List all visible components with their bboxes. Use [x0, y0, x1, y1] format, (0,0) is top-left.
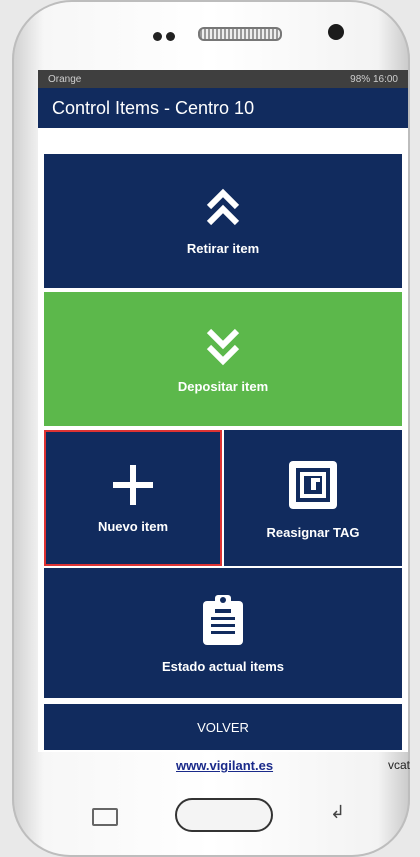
nfc-tag-icon	[289, 460, 337, 509]
front-camera	[328, 24, 344, 40]
speaker-grille	[198, 27, 282, 41]
home-button[interactable]	[175, 798, 273, 832]
chevron-double-down-icon	[206, 328, 240, 365]
chevron-double-up-icon	[206, 188, 240, 225]
carrier-label: Orange	[48, 73, 82, 85]
nuevo-item-button[interactable]: Nuevo item	[44, 430, 222, 566]
sensor-dots	[153, 28, 193, 41]
plus-icon	[113, 464, 153, 505]
phone-screen: Orange 98% 16:00 Control Items - Centro …	[38, 70, 408, 752]
footer-right-text: vcat	[388, 758, 411, 772]
depositar-item-button[interactable]: Depositar item	[44, 292, 402, 426]
clipboard-icon	[203, 594, 243, 645]
reasignar-tag-button[interactable]: Reasignar TAG	[224, 430, 402, 566]
depositar-item-label: Depositar item	[177, 378, 269, 394]
retirar-item-label: Retirar item	[186, 240, 260, 256]
android-nav-bar: ↲	[0, 788, 420, 832]
retirar-item-button[interactable]: Retirar item	[44, 154, 402, 288]
recent-apps-icon[interactable]	[92, 808, 118, 826]
status-bar: Orange 98% 16:00	[38, 70, 408, 88]
status-right: 98% 16:00	[350, 73, 398, 85]
back-icon[interactable]: ↲	[330, 802, 345, 823]
app-title: Control Items - Centro 10	[52, 97, 255, 118]
estado-actual-items-label: Estado actual items	[161, 658, 285, 674]
website-link[interactable]: www.vigilant.es	[176, 758, 273, 773]
app-bar: Control Items - Centro 10	[38, 88, 408, 128]
volver-label: VOLVER	[197, 719, 249, 735]
estado-actual-items-button[interactable]: Estado actual items	[44, 568, 402, 698]
volver-button[interactable]: VOLVER	[44, 704, 402, 750]
reasignar-tag-label: Reasignar TAG	[266, 524, 360, 540]
nuevo-item-label: Nuevo item	[97, 518, 169, 534]
